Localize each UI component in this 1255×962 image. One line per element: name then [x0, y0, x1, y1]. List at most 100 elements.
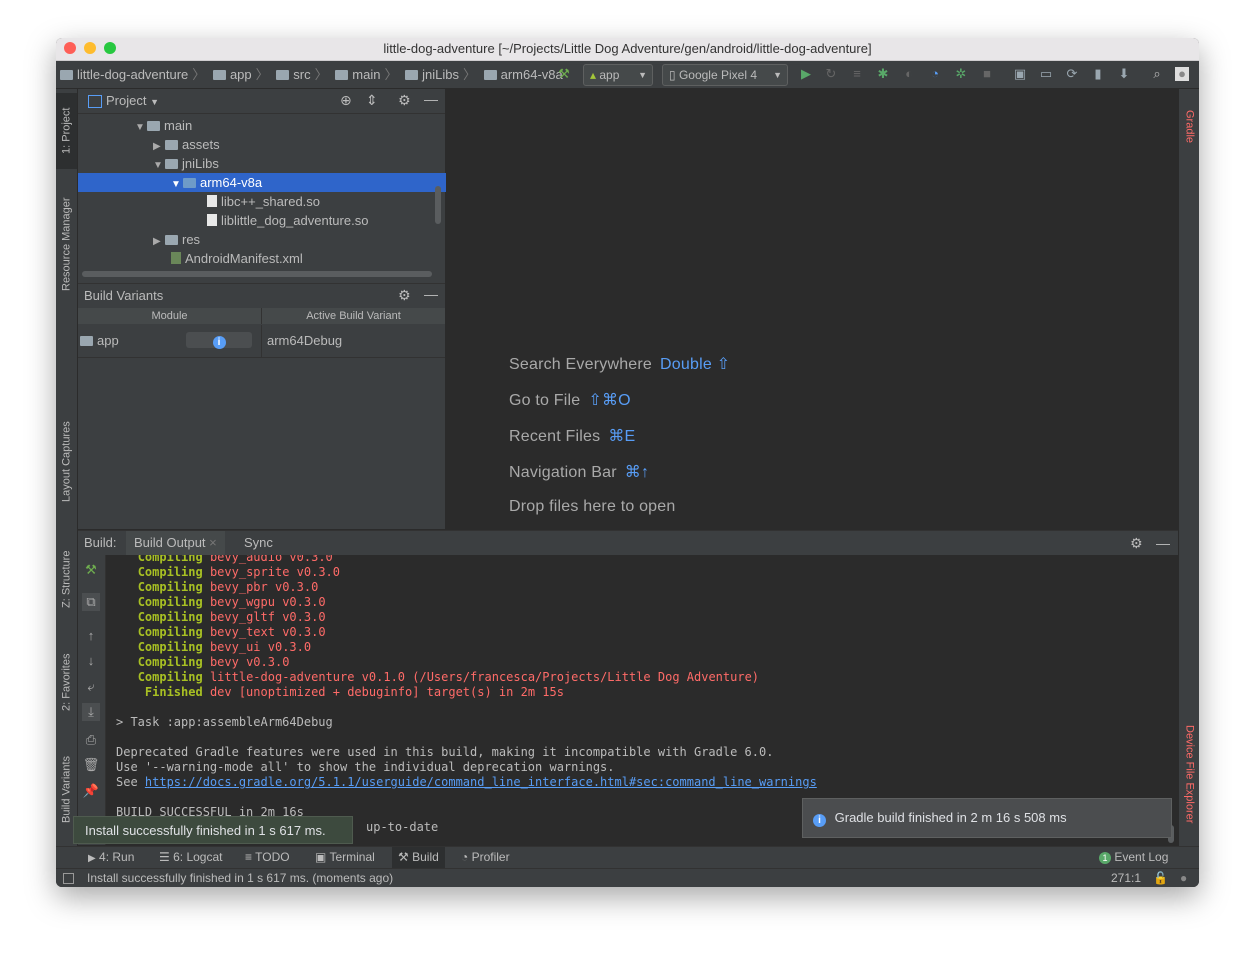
collapse-all-icon[interactable]: ⇕ [366, 92, 378, 109]
close-window-button[interactable] [64, 42, 76, 54]
chevron-down-icon: ▼ [638, 70, 647, 80]
tree-item-res[interactable]: ▶ res [78, 230, 506, 249]
apply-changes-icon[interactable]: ↻ [823, 66, 839, 82]
account-icon[interactable]: ● [1175, 67, 1189, 81]
tool-logcat[interactable]: ☰ 6: Logcat [159, 847, 222, 868]
layout-inspector-icon[interactable]: ▭ [1038, 66, 1054, 82]
project-view-select[interactable]: Project ▼ [106, 89, 159, 114]
hint-search-everywhere: Search Everywhere Double ⇧ [509, 356, 731, 373]
debug-icon[interactable]: ✱ [875, 66, 891, 82]
breadcrumb-project[interactable]: little-dog-adventure [60, 67, 188, 82]
tree-vertical-scrollbar[interactable] [435, 186, 441, 224]
breadcrumb-app[interactable]: app [212, 67, 252, 82]
caret-position[interactable]: 271:1 [1111, 869, 1141, 887]
run-icon: ▶ [88, 853, 96, 864]
make-project-hammer-icon[interactable]: ⚒ [556, 66, 572, 82]
hide-panel-icon[interactable]: — [424, 91, 438, 107]
navigation-bar: little-dog-adventure 〉 app 〉 src 〉 main 〉 jn… [56, 61, 1199, 89]
tab-layout-captures[interactable]: Layout Captures [56, 407, 77, 517]
inspector-icon[interactable]: ● [1180, 869, 1187, 887]
right-tool-strip: Gradle Device File Explorer [1178, 89, 1199, 846]
tree-item-jnilibs[interactable]: ▼ jniLibs [78, 154, 506, 173]
coverage-icon[interactable]: ◐ [901, 66, 917, 82]
chevron-down-icon: ▼ [150, 97, 160, 107]
tree-item-assets[interactable]: ▶ assets [78, 135, 506, 154]
hammer-icon: ⚒ [398, 850, 409, 864]
tree-item-main[interactable]: ▼ main [78, 116, 488, 135]
title-bar: little-dog-adventure [~/Projects/Little … [56, 38, 1199, 61]
soft-wrap-icon[interactable]: ⤶ [82, 678, 100, 696]
hammer-icon[interactable]: ⚒ [82, 561, 100, 579]
search-icon[interactable]: ⌕ [1149, 66, 1165, 82]
logcat-icon: ☰ [159, 850, 170, 864]
column-active-variant: Active Build Variant [306, 310, 401, 322]
tab-build-output[interactable]: Build Output × [126, 531, 225, 555]
tab-gradle[interactable]: Gradle [1179, 97, 1199, 157]
toggle-tool-windows-icon[interactable] [63, 873, 74, 884]
tool-build[interactable]: ⚒ Build [392, 847, 445, 868]
gear-icon[interactable]: ⚙ [1130, 531, 1143, 555]
locate-file-icon[interactable]: ⊕ [340, 92, 352, 109]
tab-sync[interactable]: Sync [238, 531, 279, 555]
variant-module: app [80, 333, 119, 349]
tab-favorites[interactable]: 2: Favorites [56, 637, 77, 727]
tree-horizontal-scrollbar[interactable] [82, 271, 432, 277]
hint-go-to-file: Go to File ⇧⌘O [509, 392, 631, 409]
breadcrumb-jnilibs[interactable]: jniLibs [405, 67, 459, 82]
variant-info-icon[interactable]: i [186, 332, 252, 349]
tab-structure[interactable]: Z: Structure [56, 534, 77, 624]
device-select[interactable]: ▯ Google Pixel 4 ▼ [662, 64, 788, 86]
hide-panel-icon[interactable]: — [424, 286, 438, 302]
run-icon[interactable]: ▶ [798, 66, 814, 82]
sync-gradle-icon[interactable]: ⟳ [1064, 66, 1080, 82]
editor-area: Search Everywhere Double ⇧ Go to File ⇧⌘O … [446, 89, 1178, 529]
folder-icon [483, 70, 497, 80]
print-icon[interactable]: ⎙ [82, 731, 100, 749]
pin-icon[interactable]: 📌 [82, 782, 100, 800]
console-line: Compiling bevy v0.3.0 [137, 655, 290, 669]
tool-todo[interactable]: ≡ TODO [245, 847, 290, 868]
minimize-window-button[interactable] [84, 42, 96, 54]
gear-icon[interactable]: ⚙ [398, 287, 411, 304]
tool-terminal[interactable]: ▣ Terminal [315, 847, 375, 868]
stop-icon[interactable]: ■ [979, 66, 995, 82]
console-line: Finished dev [unoptimized + debuginfo] t… [144, 685, 564, 699]
active-variant-select[interactable]: arm64Debug [267, 333, 342, 349]
column-module: Module [78, 308, 262, 324]
maximize-window-button[interactable] [104, 42, 116, 54]
tab-resource-manager[interactable]: Resource Manager [56, 184, 77, 304]
scroll-to-end-icon[interactable]: ⤓ [82, 703, 100, 721]
hint-navigation-bar: Navigation Bar ⌘↑ [509, 464, 650, 481]
lock-icon[interactable]: 🔓 [1153, 869, 1168, 887]
tool-run[interactable]: ▶ 4: Run [88, 847, 134, 868]
console-task-line: > Task :app:assembleArm64Debug [116, 715, 333, 729]
gradle-docs-link[interactable]: https://docs.gradle.org/5.1.1/userguide/… [145, 775, 817, 789]
run-config-select[interactable]: ▴ app ▼ [583, 64, 653, 86]
console-line: Compiling bevy_pbr v0.3.0 [137, 580, 319, 594]
trash-icon[interactable]: 🗑 [82, 756, 100, 774]
tab-project[interactable]: 1: Project [56, 93, 77, 169]
gradle-notification[interactable]: i Gradle build finished in 2 m 16 s 508 … [802, 798, 1172, 838]
breadcrumb-arm64[interactable]: arm64-v8a [483, 67, 563, 82]
console-deprecation-line: Use '--warning-mode all' to show the ind… [116, 760, 615, 774]
profile-icon[interactable]: ◔ [927, 66, 943, 82]
console-line: Compiling bevy_audio v0.3.0 [137, 555, 333, 564]
gear-icon[interactable]: ⚙ [398, 92, 411, 109]
attach-debugger-icon[interactable]: ✲ [953, 66, 969, 82]
hide-panel-icon[interactable]: — [1156, 531, 1170, 555]
tool-event-log[interactable]: 1 Event Log [1099, 847, 1168, 868]
toggle-view-icon[interactable]: ⧉ [82, 593, 100, 611]
event-count-badge: 1 [1099, 852, 1111, 864]
breadcrumb-src[interactable]: src [276, 67, 311, 82]
arrow-up-icon[interactable]: ↑ [82, 627, 100, 645]
breadcrumb-main[interactable]: main [335, 67, 380, 82]
close-icon[interactable]: × [209, 535, 217, 550]
apply-code-changes-icon[interactable]: ≡ [849, 66, 865, 82]
project-structure-icon[interactable]: ▣ [1012, 66, 1028, 82]
tab-device-file-explorer[interactable]: Device File Explorer [1179, 709, 1199, 839]
sdk-manager-icon[interactable]: ⬇ [1116, 66, 1132, 82]
tool-profiler[interactable]: ◔ Profiler [461, 847, 510, 868]
arrow-down-icon[interactable]: ↓ [82, 652, 100, 670]
avd-manager-icon[interactable]: ▮ [1090, 66, 1106, 82]
status-bar: Install successfully finished in 1 s 617… [56, 868, 1199, 887]
